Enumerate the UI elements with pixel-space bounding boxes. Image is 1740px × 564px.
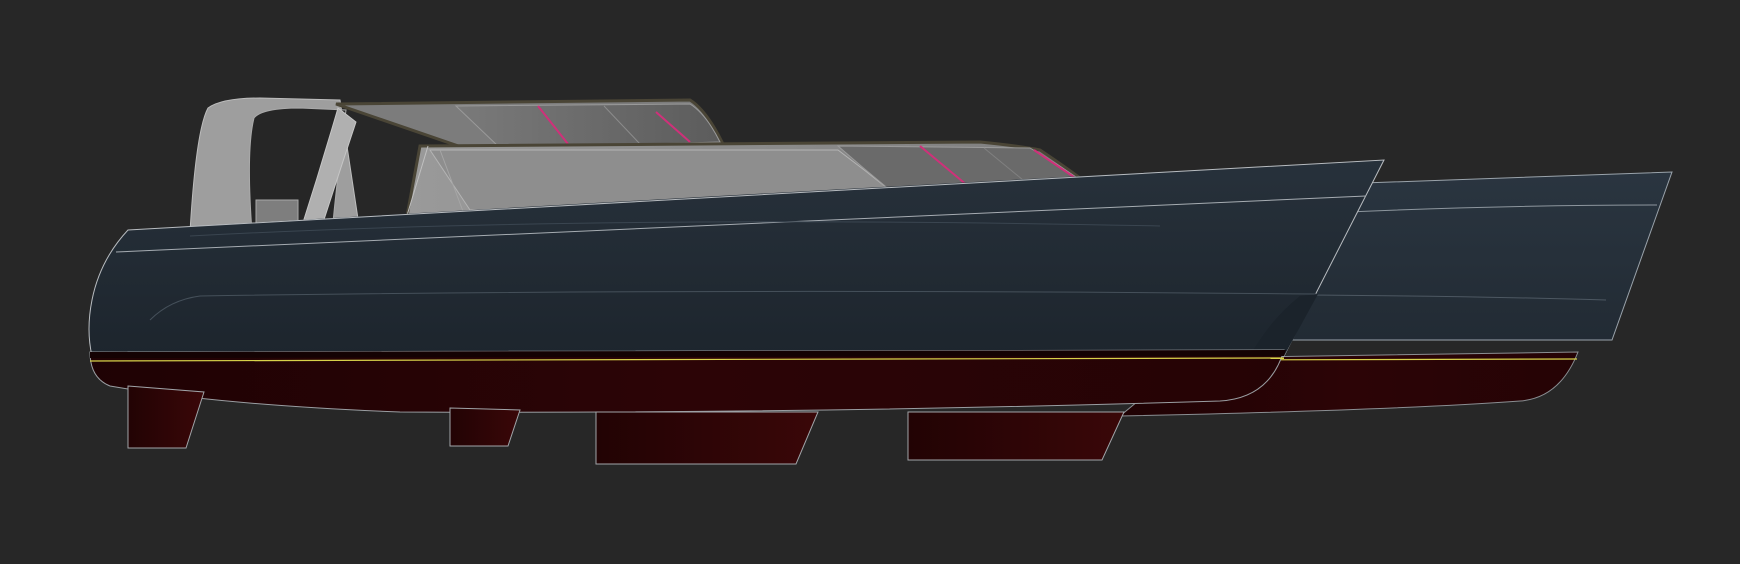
render-viewport (0, 0, 1740, 564)
near-keel-fwd (595, 411, 819, 465)
far-keel (907, 411, 1125, 461)
hardtop-glazing (454, 103, 721, 149)
boat-elevation-drawing (88, 97, 1673, 465)
near-keel-aft (127, 385, 205, 449)
near-rudder (449, 407, 521, 447)
